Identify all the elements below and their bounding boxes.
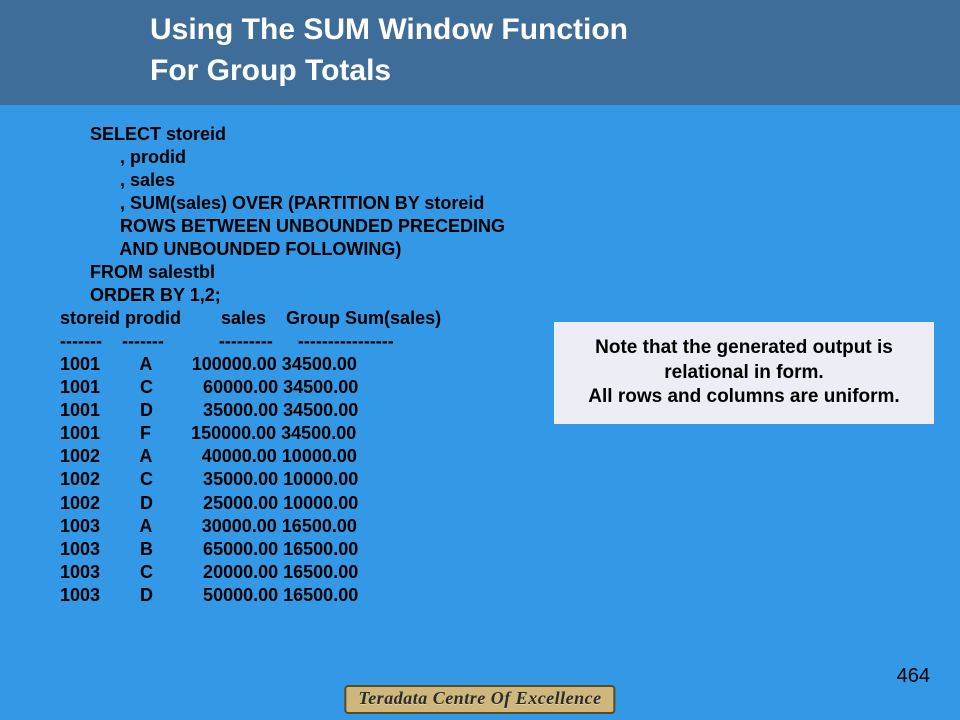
sql-line: AND UNBOUNDED FOLLOWING) xyxy=(60,239,401,259)
note-line-2: All rows and columns are uniform. xyxy=(564,385,924,410)
sql-line: , SUM(sales) OVER (PARTITION BY storeid xyxy=(60,193,484,213)
table-row: 1001 A 100000.00 34500.00 xyxy=(60,354,357,374)
title-line-1: Using The SUM Window Function xyxy=(150,10,960,51)
slide-title: Using The SUM Window Function For Group … xyxy=(0,0,960,105)
table-row: 1003 C 20000.00 16500.00 xyxy=(60,562,358,582)
sql-line: , prodid xyxy=(60,147,186,167)
page-number: 464 xyxy=(897,665,930,688)
table-row: 1001 C 60000.00 34500.00 xyxy=(60,377,358,397)
table-row: 1002 A 40000.00 10000.00 xyxy=(60,446,357,466)
note-line-1: Note that the generated output is relati… xyxy=(564,336,924,385)
sql-line: SELECT storeid xyxy=(60,124,226,144)
footer-badge: Teradata Centre Of Excellence xyxy=(344,685,615,714)
table-row: 1001 F 150000.00 34500.00 xyxy=(60,423,356,443)
sql-line: ROWS BETWEEN UNBOUNDED PRECEDING xyxy=(60,216,505,236)
table-row: 1003 B 65000.00 16500.00 xyxy=(60,539,358,559)
sql-line: ORDER BY 1,2; xyxy=(60,285,221,305)
note-callout: Note that the generated output is relati… xyxy=(554,322,934,424)
output-separator: ------- ------- --------- --------------… xyxy=(60,331,394,351)
table-row: 1003 D 50000.00 16500.00 xyxy=(60,585,358,605)
output-header: storeid prodid sales Group Sum(sales) xyxy=(60,308,441,328)
title-line-2: For Group Totals xyxy=(150,51,960,92)
table-row: 1002 D 25000.00 10000.00 xyxy=(60,493,358,513)
sql-line: FROM salestbl xyxy=(60,262,215,282)
table-row: 1002 C 35000.00 10000.00 xyxy=(60,469,358,489)
table-row: 1003 A 30000.00 16500.00 xyxy=(60,516,357,536)
table-row: 1001 D 35000.00 34500.00 xyxy=(60,400,358,420)
sql-line: , sales xyxy=(60,170,175,190)
